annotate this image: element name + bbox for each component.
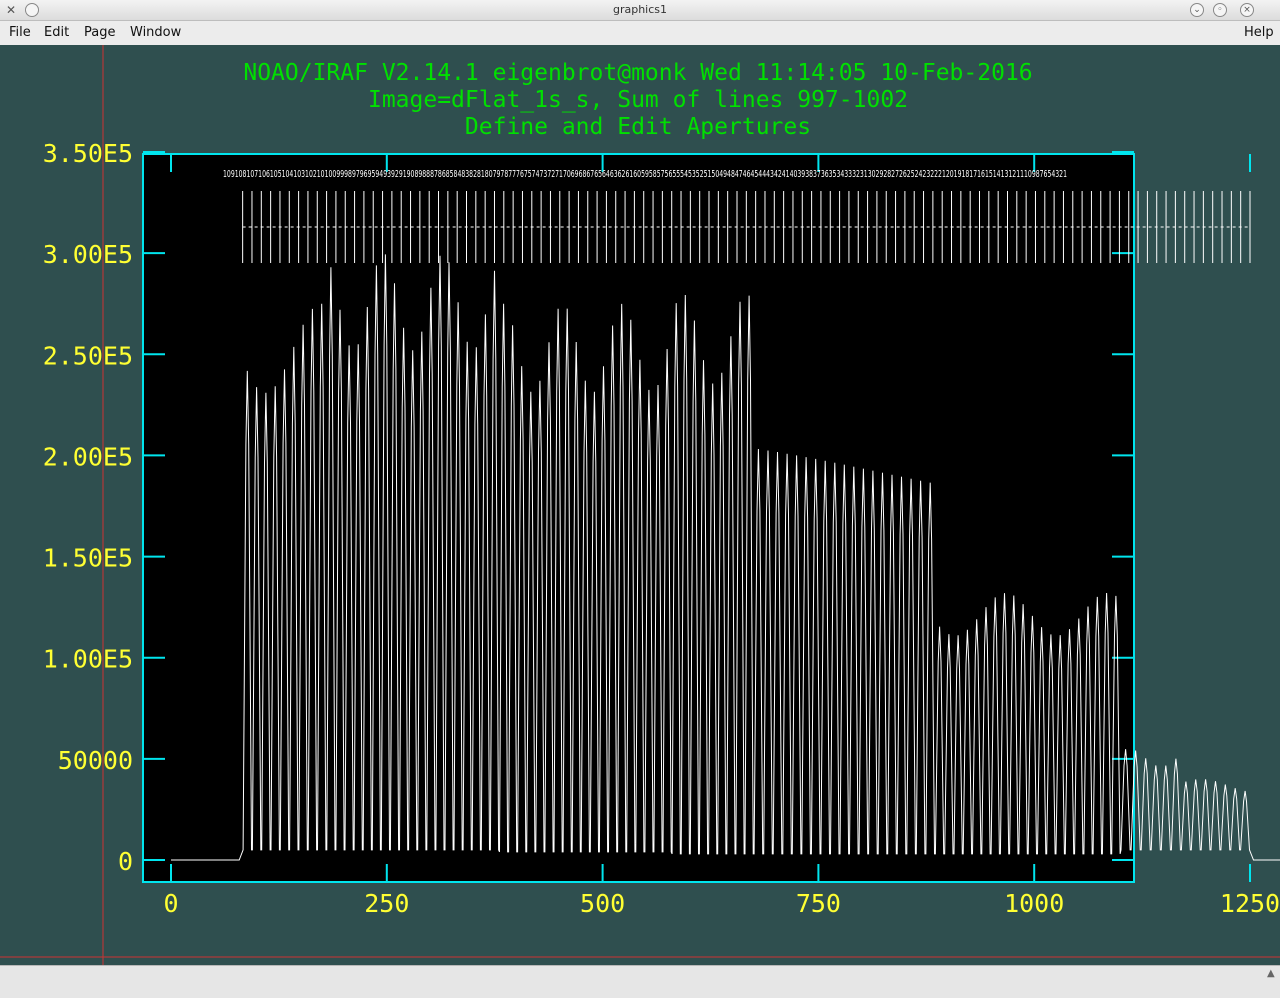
y-tick-label: 50000	[58, 746, 133, 775]
aperture-labels: 1091081071061051041031021010099989796959…	[223, 169, 1067, 180]
menu-help[interactable]: Help	[1244, 25, 1274, 40]
y-tick-label: 3.50E5	[43, 139, 133, 168]
aperture-plot[interactable]: NOAO/IRAF V2.14.1 eigenbrot@monk Wed 11:…	[0, 45, 1280, 965]
x-tick-label: 750	[796, 889, 841, 918]
y-axis-labels: 0 50000 1.00E5 1.50E5 2.00E5 2.50E5 3.00E5 3.50…	[43, 139, 133, 876]
x-tick-label: 250	[364, 889, 409, 918]
scroll-up-icon[interactable]: ▲	[1267, 968, 1277, 982]
menubar: File Edit Page Window Help	[0, 21, 1280, 45]
menu-page[interactable]: Page	[84, 25, 115, 40]
header-line3: Define and Edit Apertures	[465, 114, 811, 140]
menu-file[interactable]: File	[9, 25, 31, 40]
close-icon[interactable]: ×	[1240, 3, 1254, 17]
header-line1: NOAO/IRAF V2.14.1 eigenbrot@monk Wed 11:…	[243, 60, 1032, 86]
y-tick-label: 1.00E5	[43, 645, 133, 674]
x-axis-labels: 0 250 500 750 1000 1250	[163, 889, 1280, 918]
y-tick-label: 3.00E5	[43, 240, 133, 269]
menu-edit[interactable]: Edit	[44, 25, 69, 40]
maximize-icon[interactable]: ◦	[1213, 3, 1227, 17]
x-tick-label: 500	[580, 889, 625, 918]
x-tick-label: 1000	[1004, 889, 1064, 918]
minimize-icon[interactable]: ⌄	[1190, 3, 1204, 17]
y-tick-label: 2.00E5	[43, 442, 133, 471]
y-tick-label: 0	[118, 847, 133, 876]
window-titlebar: ✕ graphics1 ⌄ ◦ ×	[0, 0, 1280, 21]
graphics-canvas[interactable]: NOAO/IRAF V2.14.1 eigenbrot@monk Wed 11:…	[0, 45, 1280, 965]
y-tick-label: 1.50E5	[43, 544, 133, 573]
x-tick-label: 0	[163, 889, 178, 918]
status-bar: ▲	[0, 965, 1280, 998]
window-title: graphics1	[612, 3, 668, 16]
header-line2: Image=dFlat_1s_s, Sum of lines 997-1002	[368, 87, 908, 113]
menu-window[interactable]: Window	[130, 25, 181, 40]
x-tick-label: 1250	[1220, 889, 1280, 918]
y-tick-label: 2.50E5	[43, 341, 133, 370]
